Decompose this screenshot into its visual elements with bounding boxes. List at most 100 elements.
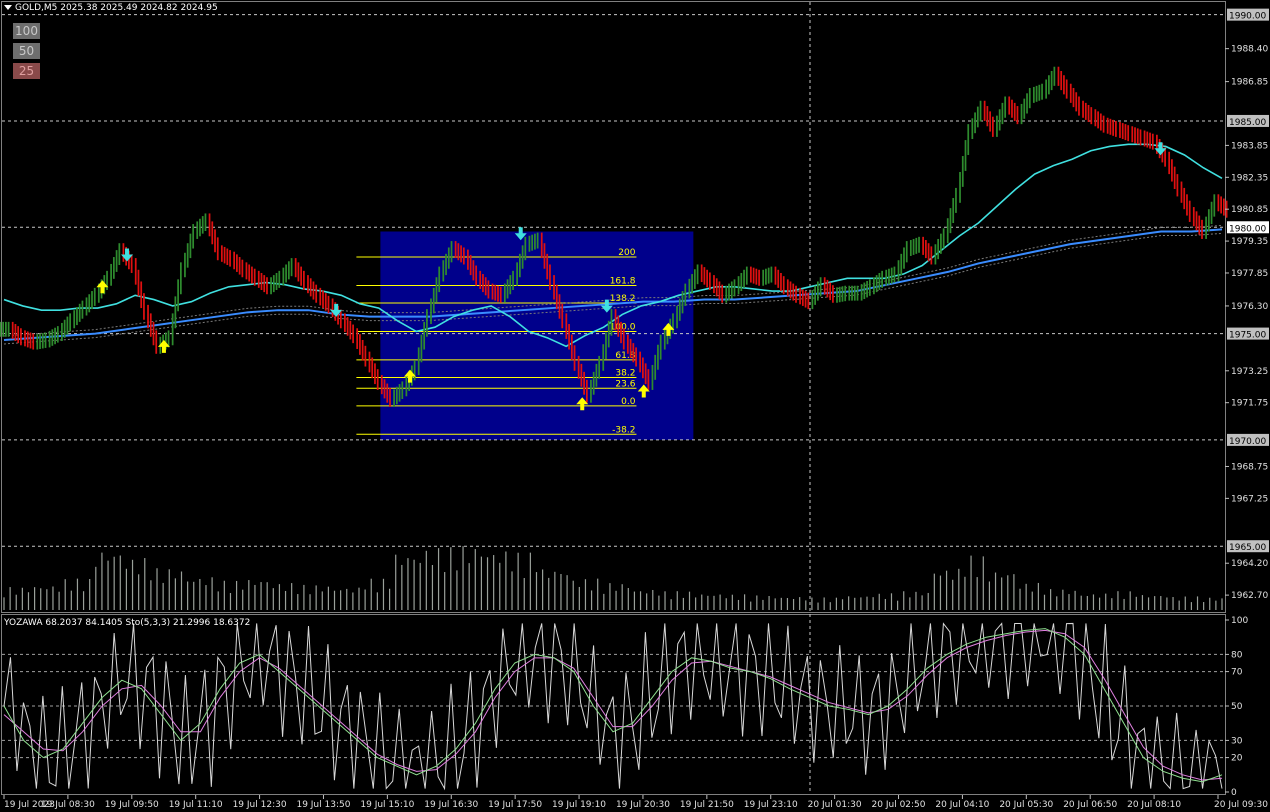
dropdown-triangle-icon[interactable] — [4, 5, 12, 10]
bull-bar — [184, 252, 186, 278]
bull-bar — [270, 277, 272, 295]
bull-bar — [873, 277, 875, 295]
bull-bar — [974, 112, 976, 134]
bull-bar — [7, 321, 10, 337]
price-label: 1968.75 — [1231, 462, 1268, 472]
bear-bar — [989, 111, 991, 132]
button-100[interactable]: 100 — [13, 23, 40, 39]
fib-level-label: 161.8 — [610, 276, 636, 286]
bull-bar — [285, 264, 287, 283]
bear-bar — [214, 229, 216, 253]
bear-bar — [344, 313, 346, 332]
bear-bar — [499, 286, 502, 303]
bull-bar — [659, 334, 662, 360]
bull-bar — [878, 272, 881, 290]
bear-bar — [1192, 207, 1195, 227]
bear-bar — [1060, 70, 1063, 91]
bull-bar — [836, 287, 838, 303]
time-label: 19 Jul 12:30 — [233, 800, 287, 810]
price-label: 1980.85 — [1231, 205, 1268, 215]
bull-bar — [290, 258, 293, 277]
bear-bar — [149, 313, 152, 337]
bear-bar — [223, 246, 226, 264]
bear-bar — [122, 243, 125, 262]
bear-bar — [1112, 119, 1115, 136]
bull-bar — [430, 298, 432, 325]
bull-bar — [605, 332, 607, 360]
bear-bar — [629, 338, 632, 359]
bear-bar — [11, 321, 14, 339]
bull-bar — [725, 285, 728, 303]
bull-bar — [1053, 66, 1056, 86]
bull-bar — [196, 221, 199, 239]
bear-bar — [143, 293, 145, 320]
bear-bar — [374, 363, 376, 385]
zoom-buttons: 100 50 25 — [13, 23, 41, 83]
bear-bar — [352, 324, 354, 344]
time-label: 19 Jul 17:50 — [488, 800, 542, 810]
bull-bar — [885, 269, 888, 286]
button-50[interactable]: 50 — [13, 43, 40, 59]
bear-bar — [1016, 106, 1019, 125]
bull-bar — [765, 268, 767, 285]
bear-bar — [309, 278, 312, 297]
bull-bar — [1028, 87, 1031, 109]
time-label: 20 Jul 08:10 — [1127, 800, 1181, 810]
bear-bar — [1180, 181, 1183, 203]
bull-bar — [503, 283, 506, 303]
bull-bar — [5, 321, 7, 337]
bear-bar — [467, 249, 469, 270]
bear-bar — [789, 281, 792, 299]
bear-bar — [24, 330, 26, 347]
oscillator-lines — [2, 622, 1225, 791]
bear-bar — [1134, 127, 1136, 144]
bull-bar — [848, 285, 851, 301]
bull-bar — [423, 321, 426, 350]
bear-bar — [319, 287, 322, 306]
bull-bar — [393, 389, 395, 407]
bear-bar — [383, 379, 386, 399]
bull-bar — [1213, 194, 1216, 217]
bull-bar — [531, 234, 534, 251]
bear-bar — [248, 264, 251, 282]
bull-bar — [48, 330, 51, 348]
bear-bar — [1082, 100, 1084, 118]
bull-bar — [272, 275, 275, 293]
bear-bar — [364, 345, 367, 367]
bear-bar — [32, 333, 35, 350]
bear-bar — [1139, 129, 1142, 146]
bull-bar — [979, 100, 982, 122]
bear-bar — [349, 320, 352, 340]
bull-bar — [745, 266, 748, 285]
bull-bar — [856, 285, 859, 301]
time-label: 19 Jul 15:10 — [360, 800, 414, 810]
bear-bar — [1168, 151, 1171, 175]
bear-bar — [758, 269, 760, 286]
price-label: 1976.30 — [1231, 302, 1268, 312]
bull-bar — [817, 281, 819, 301]
bull-bar — [521, 245, 524, 269]
bull-bar — [590, 379, 592, 403]
bear-bar — [555, 284, 558, 310]
fib-level-label: -38.2 — [612, 425, 635, 435]
bear-bar — [1078, 96, 1080, 116]
bear-bar — [718, 281, 721, 300]
fibonacci-object[interactable]: 200161.8138.2100.061.838.223.60.0-38.2 — [356, 231, 694, 440]
bear-bar — [472, 260, 475, 281]
price-label: 1979.35 — [1231, 237, 1268, 247]
bull-bar — [438, 266, 441, 293]
button-25[interactable]: 25 — [13, 63, 40, 79]
bear-bar — [750, 266, 752, 283]
price-label: 1971.75 — [1231, 399, 1268, 409]
bear-bar — [585, 379, 588, 403]
bear-bar — [211, 221, 214, 245]
bear-bar — [782, 276, 785, 295]
bull-bar — [915, 237, 918, 254]
bear-bar — [251, 266, 253, 284]
price-chart[interactable]: 200161.8138.2100.061.838.223.60.0-38.2 1… — [0, 0, 1270, 812]
bull-bar — [934, 244, 937, 265]
bear-bar — [1075, 92, 1078, 112]
price-label: 1990.00 — [1229, 12, 1266, 22]
bull-bar — [693, 269, 696, 289]
bear-bar — [1198, 215, 1201, 235]
